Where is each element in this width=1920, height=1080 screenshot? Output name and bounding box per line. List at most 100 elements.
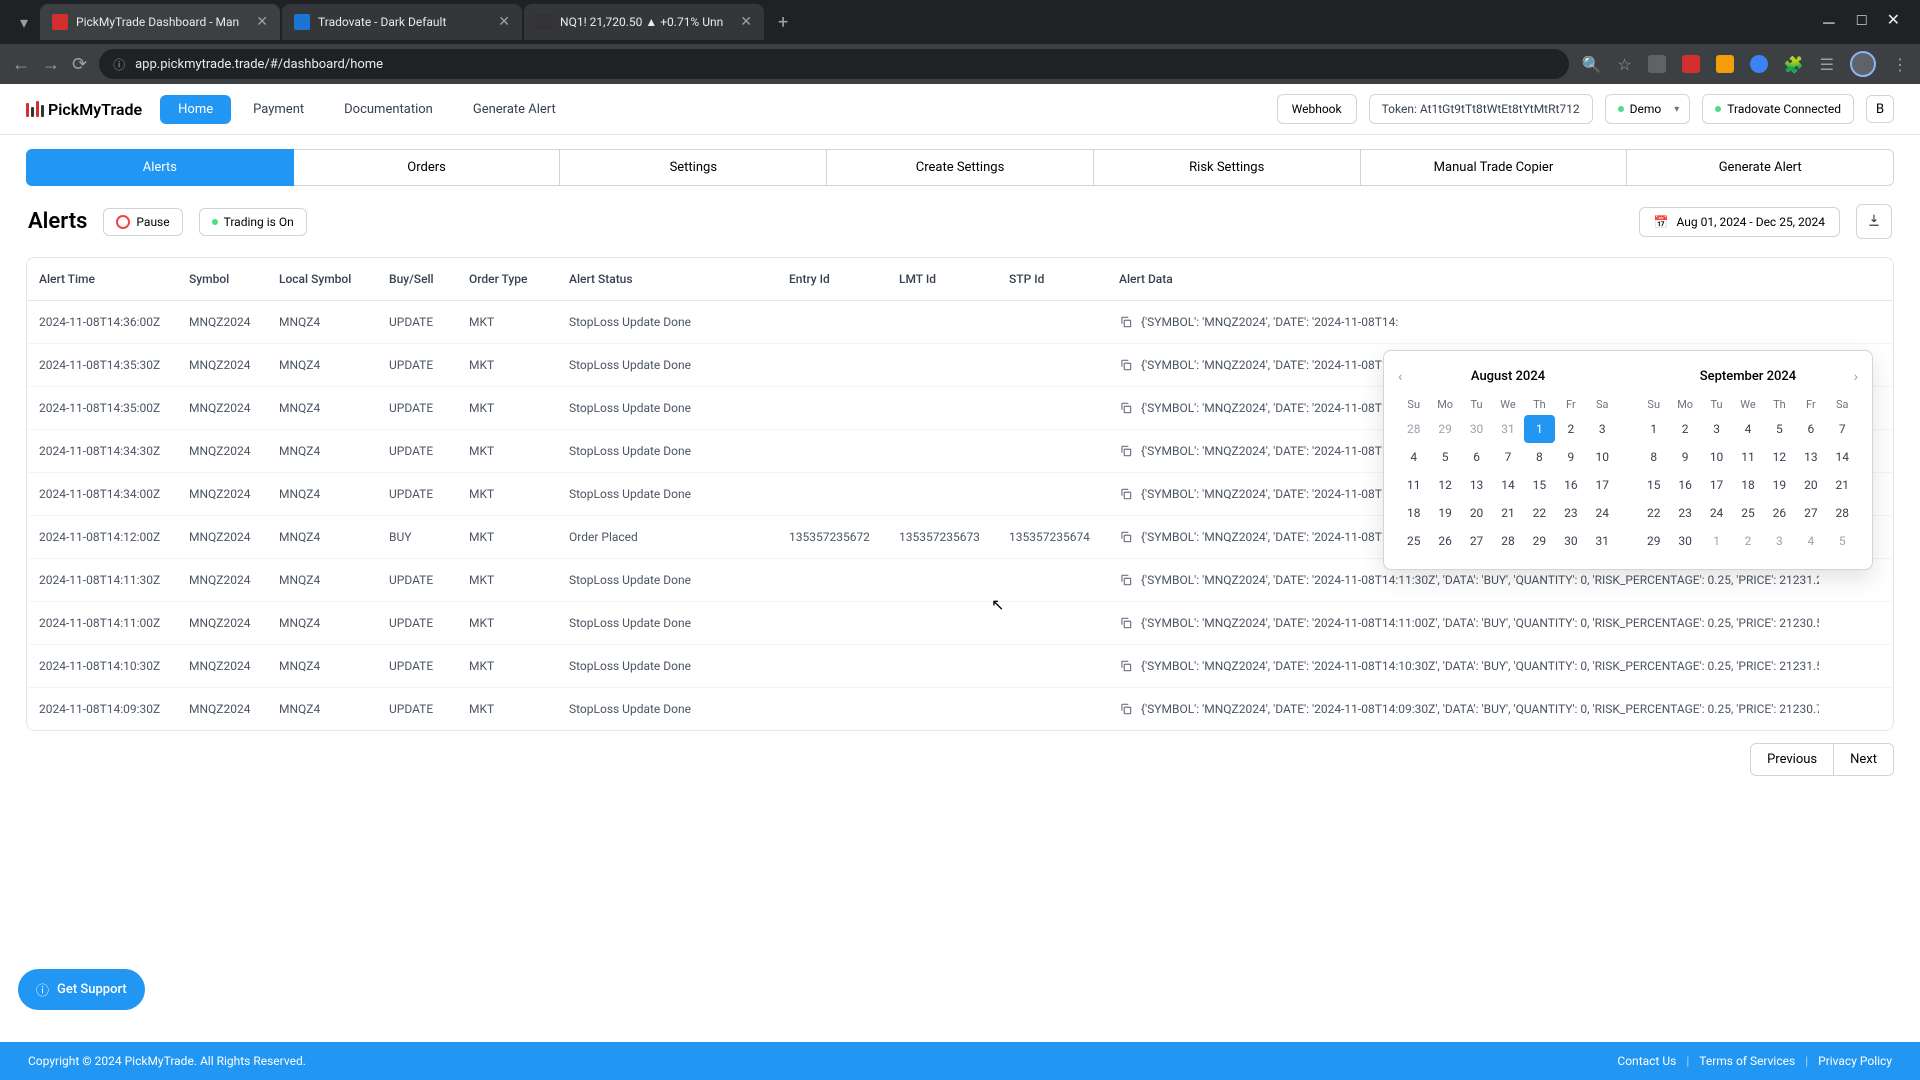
profile-avatar[interactable] bbox=[1850, 51, 1876, 77]
calendar-day[interactable]: 7 bbox=[1827, 415, 1858, 443]
calendar-day[interactable]: 30 bbox=[1555, 527, 1586, 555]
calendar-day[interactable]: 21 bbox=[1827, 471, 1858, 499]
copy-icon[interactable] bbox=[1119, 487, 1133, 501]
calendar-day[interactable]: 28 bbox=[1398, 415, 1429, 443]
browser-tab[interactable]: NQ1! 21,720.50 ▲ +0.71% Unn✕ bbox=[524, 4, 764, 40]
calendar-day[interactable]: 21 bbox=[1492, 499, 1523, 527]
forward-button[interactable]: → bbox=[42, 54, 60, 75]
copy-icon[interactable] bbox=[1119, 702, 1133, 716]
account-mode-select[interactable]: Demo bbox=[1605, 94, 1691, 124]
calendar-day[interactable]: 28 bbox=[1827, 499, 1858, 527]
subtab-alerts[interactable]: Alerts bbox=[26, 149, 294, 186]
copy-icon[interactable] bbox=[1119, 358, 1133, 372]
extension-icon-2[interactable] bbox=[1682, 55, 1700, 73]
calendar-day[interactable]: 9 bbox=[1555, 443, 1586, 471]
tab-search-dropdown[interactable]: ▾ bbox=[8, 13, 40, 32]
calendar-day[interactable]: 19 bbox=[1429, 499, 1460, 527]
calendar-day[interactable]: 3 bbox=[1701, 415, 1732, 443]
calendar-day[interactable]: 16 bbox=[1669, 471, 1700, 499]
new-tab-button[interactable]: + bbox=[766, 12, 800, 33]
nav-documentation[interactable]: Documentation bbox=[326, 95, 451, 124]
calendar-day[interactable]: 9 bbox=[1669, 443, 1700, 471]
calendar-day[interactable]: 14 bbox=[1492, 471, 1523, 499]
calendar-day[interactable]: 11 bbox=[1398, 471, 1429, 499]
next-month-button[interactable]: › bbox=[1854, 369, 1858, 385]
calendar-day[interactable]: 20 bbox=[1795, 471, 1826, 499]
calendar-day[interactable]: 22 bbox=[1638, 499, 1669, 527]
calendar-day[interactable]: 8 bbox=[1638, 443, 1669, 471]
calendar-day[interactable]: 4 bbox=[1795, 527, 1826, 555]
date-range-picker[interactable]: 📅 Aug 01, 2024 - Dec 25, 2024 bbox=[1639, 207, 1840, 237]
subtab-settings[interactable]: Settings bbox=[560, 149, 827, 186]
calendar-day[interactable]: 25 bbox=[1732, 499, 1763, 527]
calendar-day[interactable]: 17 bbox=[1587, 471, 1618, 499]
calendar-day[interactable]: 25 bbox=[1398, 527, 1429, 555]
calendar-day[interactable]: 15 bbox=[1524, 471, 1555, 499]
copy-icon[interactable] bbox=[1119, 315, 1133, 329]
calendar-day[interactable]: 29 bbox=[1429, 415, 1460, 443]
extension-icon-4[interactable] bbox=[1750, 55, 1768, 73]
calendar-day[interactable]: 4 bbox=[1732, 415, 1763, 443]
nav-payment[interactable]: Payment bbox=[235, 95, 322, 124]
address-bar[interactable]: ⓘ app.pickmytrade.trade/#/dashboard/home bbox=[99, 49, 1569, 79]
calendar-day[interactable]: 15 bbox=[1638, 471, 1669, 499]
calendar-day[interactable]: 1 bbox=[1638, 415, 1669, 443]
user-avatar[interactable]: B bbox=[1866, 95, 1894, 123]
calendar-day[interactable]: 26 bbox=[1429, 527, 1460, 555]
calendar-day[interactable]: 1 bbox=[1524, 415, 1555, 443]
reading-list-icon[interactable]: ☰ bbox=[1820, 55, 1834, 74]
extensions-puzzle-icon[interactable]: 🧩 bbox=[1784, 55, 1804, 74]
calendar-day[interactable]: 2 bbox=[1732, 527, 1763, 555]
calendar-day[interactable]: 22 bbox=[1524, 499, 1555, 527]
calendar-day[interactable]: 12 bbox=[1764, 443, 1795, 471]
site-info-icon[interactable]: ⓘ bbox=[113, 56, 125, 73]
close-tab-icon[interactable]: ✕ bbox=[498, 14, 510, 30]
calendar-day[interactable]: 12 bbox=[1429, 471, 1460, 499]
calendar-day[interactable]: 4 bbox=[1398, 443, 1429, 471]
calendar-day[interactable]: 23 bbox=[1555, 499, 1586, 527]
calendar-day[interactable]: 6 bbox=[1795, 415, 1826, 443]
minimize-icon[interactable]: － bbox=[1821, 10, 1837, 34]
extension-icon-3[interactable] bbox=[1716, 55, 1734, 73]
calendar-day[interactable]: 30 bbox=[1461, 415, 1492, 443]
back-button[interactable]: ← bbox=[12, 54, 30, 75]
close-window-icon[interactable]: ✕ bbox=[1887, 10, 1900, 34]
prev-month-button[interactable]: ‹ bbox=[1398, 369, 1402, 385]
calendar-day[interactable]: 2 bbox=[1669, 415, 1700, 443]
pause-button[interactable]: Pause bbox=[103, 208, 182, 236]
browser-tab[interactable]: Tradovate - Dark Default✕ bbox=[282, 4, 522, 40]
maximize-icon[interactable]: □ bbox=[1857, 10, 1867, 34]
calendar-day[interactable]: 8 bbox=[1524, 443, 1555, 471]
chrome-menu-icon[interactable]: ⋮ bbox=[1892, 55, 1908, 74]
calendar-day[interactable]: 23 bbox=[1669, 499, 1700, 527]
calendar-day[interactable]: 19 bbox=[1764, 471, 1795, 499]
calendar-day[interactable]: 16 bbox=[1555, 471, 1586, 499]
copy-icon[interactable] bbox=[1119, 616, 1133, 630]
calendar-day[interactable]: 27 bbox=[1461, 527, 1492, 555]
footer-link[interactable]: Contact Us bbox=[1617, 1054, 1676, 1068]
close-tab-icon[interactable]: ✕ bbox=[256, 14, 268, 30]
calendar-day[interactable]: 3 bbox=[1764, 527, 1795, 555]
bookmark-star-icon[interactable]: ☆ bbox=[1617, 55, 1631, 74]
subtab-risk-settings[interactable]: Risk Settings bbox=[1094, 149, 1361, 186]
previous-page-button[interactable]: Previous bbox=[1750, 743, 1834, 776]
calendar-day[interactable]: 18 bbox=[1732, 471, 1763, 499]
calendar-day[interactable]: 11 bbox=[1732, 443, 1763, 471]
calendar-day[interactable]: 7 bbox=[1492, 443, 1523, 471]
extension-icon-1[interactable] bbox=[1648, 55, 1666, 73]
calendar-day[interactable]: 3 bbox=[1587, 415, 1618, 443]
next-page-button[interactable]: Next bbox=[1834, 743, 1894, 776]
calendar-day[interactable]: 24 bbox=[1701, 499, 1732, 527]
get-support-button[interactable]: ⓘ Get Support bbox=[18, 969, 145, 1010]
calendar-day[interactable]: 10 bbox=[1587, 443, 1618, 471]
close-tab-icon[interactable]: ✕ bbox=[740, 14, 752, 30]
logo[interactable]: PickMyTrade bbox=[26, 100, 142, 119]
calendar-day[interactable]: 31 bbox=[1492, 415, 1523, 443]
zoom-icon[interactable]: 🔍 bbox=[1581, 55, 1601, 74]
calendar-day[interactable]: 5 bbox=[1764, 415, 1795, 443]
copy-icon[interactable] bbox=[1119, 444, 1133, 458]
copy-icon[interactable] bbox=[1119, 401, 1133, 415]
calendar-day[interactable]: 1 bbox=[1701, 527, 1732, 555]
calendar-day[interactable]: 10 bbox=[1701, 443, 1732, 471]
subtab-create-settings[interactable]: Create Settings bbox=[827, 149, 1094, 186]
